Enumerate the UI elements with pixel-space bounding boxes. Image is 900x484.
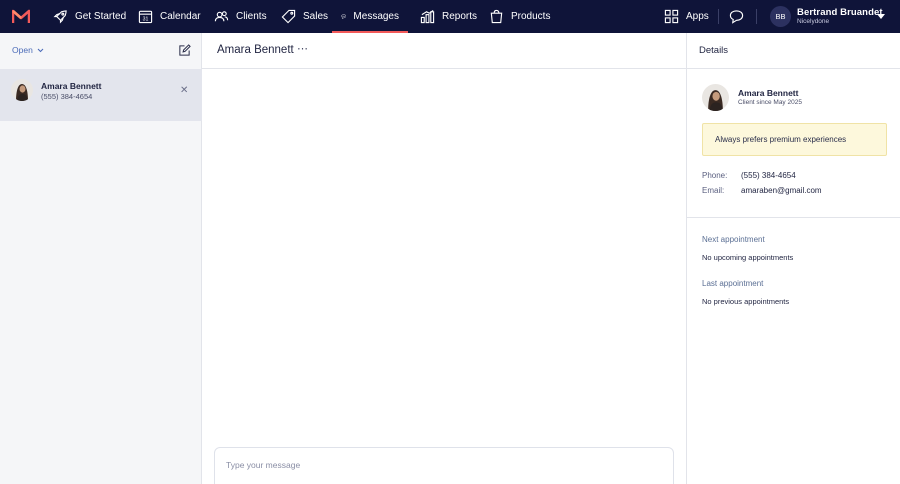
nav-calendar[interactable]: 31 Calendar — [138, 0, 201, 33]
conversation-item[interactable]: Amara Bennett (555) 384-4654 ✕ — [0, 69, 202, 121]
nav-separator — [718, 9, 719, 24]
calendar-day-text: 31 — [143, 17, 149, 23]
last-appointment-text: No previous appointments — [702, 297, 790, 306]
nav-label: Reports — [442, 11, 478, 22]
nav-label: Products — [511, 11, 551, 22]
nav-clients[interactable]: Clients — [214, 0, 267, 33]
filter-label: Open — [12, 45, 33, 55]
nav-messages[interactable]: Messages — [332, 0, 408, 33]
chat-bubble-icon — [729, 10, 744, 24]
apps-button[interactable]: Apps — [664, 0, 709, 33]
nav-label: Clients — [236, 11, 267, 22]
close-icon[interactable]: ✕ — [180, 85, 188, 96]
user-menu-caret-icon[interactable] — [877, 14, 885, 19]
calendar-icon: 31 — [138, 10, 153, 24]
conversation-list-panel: Open Amara Bennett (555) 384-4654 ✕ — [0, 33, 202, 484]
user-company: Nicelydone — [797, 18, 830, 25]
conversation-header: Amara Bennett ⋯ — [202, 33, 687, 69]
nav-label: Calendar — [160, 11, 201, 22]
next-appointment-title: Next appointment — [702, 235, 765, 244]
conversation-phone: (555) 384-4654 — [41, 92, 93, 101]
details-panel: Details Amara Bennett Client since May 2… — [686, 33, 900, 484]
divider — [687, 68, 900, 69]
message-input[interactable] — [226, 460, 646, 470]
next-appointment-text: No upcoming appointments — [702, 253, 794, 262]
email-label: Email: — [702, 186, 725, 195]
nav-get-started[interactable]: Get Started — [53, 0, 126, 33]
chat-icon — [341, 14, 347, 20]
email-value[interactable]: amaraben@gmail.com — [741, 186, 822, 195]
user-name[interactable]: Bertrand Bruandet — [797, 7, 883, 18]
nav-label: Get Started — [75, 11, 127, 22]
more-options-icon[interactable]: ⋯ — [297, 42, 309, 55]
message-composer — [214, 447, 674, 484]
last-appointment-title: Last appointment — [702, 279, 764, 288]
top-navigation-bar: Get Started 31 Calendar Clients Sales Me… — [0, 0, 900, 33]
mindbody-logo[interactable] — [12, 9, 30, 24]
compose-icon[interactable] — [178, 44, 191, 57]
bag-icon — [490, 9, 503, 24]
client-name[interactable]: Amara Bennett — [738, 88, 798, 98]
apps-grid-icon — [664, 9, 679, 24]
apps-label: Apps — [686, 11, 709, 22]
conversation-title: Amara Bennett — [217, 44, 294, 56]
tag-icon — [281, 9, 296, 24]
client-avatar — [11, 79, 33, 101]
phone-label: Phone: — [702, 171, 728, 180]
nav-label: Messages — [353, 11, 399, 22]
rocket-icon — [53, 10, 67, 24]
chart-icon — [420, 9, 435, 24]
user-avatar[interactable]: BB — [770, 6, 791, 27]
nav-reports[interactable]: Reports — [420, 0, 477, 33]
nav-products[interactable]: Products — [489, 0, 550, 33]
details-header: Details — [699, 45, 729, 56]
conversation-name: Amara Bennett — [41, 81, 102, 91]
nav-separator — [756, 9, 757, 24]
clients-icon — [214, 11, 229, 22]
chevron-down-icon — [37, 48, 44, 52]
nav-sales[interactable]: Sales — [281, 0, 328, 33]
status-filter-dropdown[interactable]: Open — [12, 45, 44, 55]
client-note: Always prefers premium experiences — [702, 123, 887, 156]
conversation-main: Amara Bennett ⋯ — [202, 33, 687, 484]
divider — [687, 217, 900, 218]
chat-bubble-button[interactable] — [729, 0, 744, 33]
nav-label: Sales — [303, 11, 329, 22]
client-since: Client since May 2025 — [738, 99, 802, 106]
phone-value[interactable]: (555) 384-4654 — [741, 171, 796, 180]
client-avatar — [702, 84, 729, 111]
